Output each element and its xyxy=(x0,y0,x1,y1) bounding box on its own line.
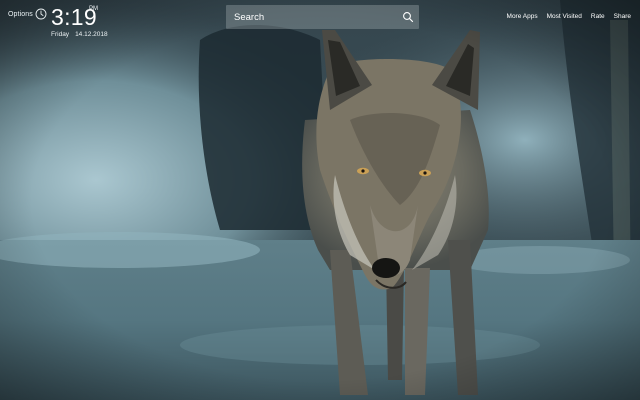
search-icon[interactable] xyxy=(402,11,414,23)
top-nav: More Apps Most Visited Rate Share xyxy=(507,13,631,20)
search-input[interactable] xyxy=(226,5,396,29)
options-button[interactable]: Options xyxy=(8,11,33,18)
new-tab-page: Options 3:19 PM Friday14.12.2018 More Ap… xyxy=(0,0,640,400)
rate-link[interactable]: Rate xyxy=(591,13,605,20)
top-bar: Options 3:19 PM Friday14.12.2018 More Ap… xyxy=(0,0,640,42)
day-name: Friday xyxy=(51,31,70,38)
wolf-wallpaper xyxy=(0,0,640,400)
search-box xyxy=(226,5,419,29)
date-value: 14.12.2018 xyxy=(75,31,108,38)
most-visited-link[interactable]: Most Visited xyxy=(547,13,582,20)
clock-ampm: PM xyxy=(89,6,98,12)
more-apps-link[interactable]: More Apps xyxy=(507,13,538,20)
share-link[interactable]: Share xyxy=(614,13,631,20)
clock-date: Friday 14.12.2018 xyxy=(51,31,108,38)
clock-icon[interactable] xyxy=(35,8,47,20)
